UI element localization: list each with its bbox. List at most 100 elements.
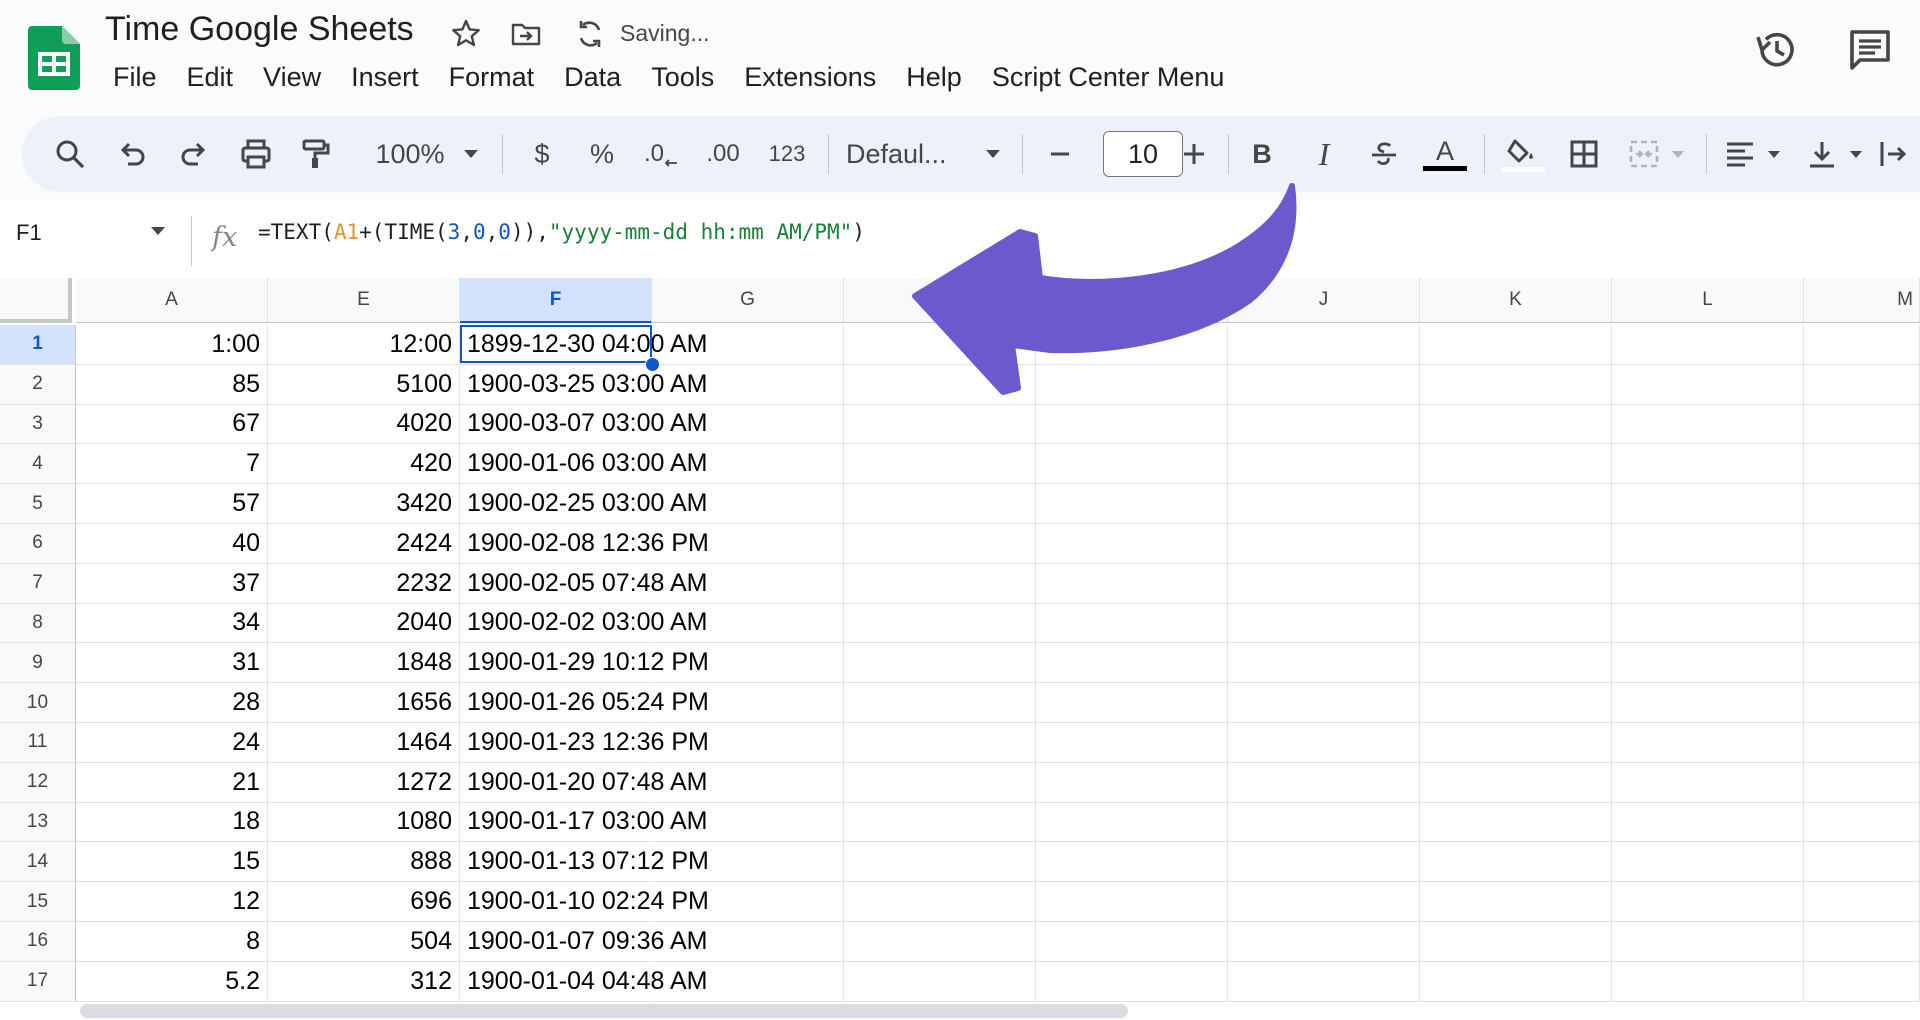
cell-a-7[interactable]: 37: [76, 563, 268, 604]
bold-button[interactable]: B: [1240, 116, 1284, 192]
menu-tools[interactable]: Tools: [636, 62, 729, 93]
cell-f-14[interactable]: 1900-01-13 07:12 PM: [460, 842, 709, 883]
empty-cell[interactable]: [1612, 683, 1804, 723]
comments-icon[interactable]: [1846, 26, 1894, 74]
cell-e-7[interactable]: 2232: [268, 563, 460, 604]
empty-cell[interactable]: [652, 842, 844, 883]
empty-cell[interactable]: [1228, 762, 1420, 803]
cell-a-12[interactable]: 21: [76, 762, 268, 803]
empty-cell[interactable]: [1612, 723, 1804, 763]
empty-cell[interactable]: [844, 325, 1036, 365]
empty-cell[interactable]: [1036, 882, 1228, 922]
empty-cell[interactable]: [1804, 364, 1920, 405]
empty-cell[interactable]: [844, 882, 1036, 922]
empty-cell[interactable]: [652, 404, 844, 445]
empty-cell[interactable]: [1228, 444, 1420, 485]
empty-cell[interactable]: [844, 404, 1036, 445]
empty-cell[interactable]: [1804, 524, 1920, 564]
cell-a-15[interactable]: 12: [76, 882, 268, 922]
column-header-k[interactable]: K: [1420, 278, 1612, 323]
cell-e-10[interactable]: 1656: [268, 683, 460, 723]
cell-a-14[interactable]: 15: [76, 842, 268, 883]
cell-e-17[interactable]: 312: [268, 961, 460, 1002]
menu-script-center[interactable]: Script Center Menu: [977, 62, 1240, 93]
empty-cell[interactable]: [1420, 484, 1612, 524]
decrease-font-size-button[interactable]: [1038, 116, 1082, 192]
cell-a-9[interactable]: 31: [76, 643, 268, 684]
empty-cell[interactable]: [1036, 802, 1228, 843]
empty-cell[interactable]: [1804, 922, 1920, 962]
column-header-e[interactable]: E: [268, 278, 460, 323]
empty-cell[interactable]: [1228, 524, 1420, 564]
paint-format-button[interactable]: [294, 116, 338, 192]
empty-cell[interactable]: [652, 882, 844, 922]
empty-cell[interactable]: [1420, 882, 1612, 922]
empty-cell[interactable]: [1036, 484, 1228, 524]
empty-cell[interactable]: [1228, 364, 1420, 405]
text-wrapping-button[interactable]: [1874, 116, 1914, 192]
increase-font-size-button[interactable]: [1172, 116, 1216, 192]
increase-decimal-button[interactable]: .00: [698, 116, 748, 192]
formula-input[interactable]: =TEXT(A1+(TIME(3,0,0)),"yyyy-mm-dd hh:mm…: [258, 220, 865, 244]
empty-cell[interactable]: [1612, 484, 1804, 524]
cell-a-6[interactable]: 40: [76, 524, 268, 564]
empty-cell[interactable]: [1228, 961, 1420, 1002]
row-header[interactable]: 1: [0, 325, 76, 365]
empty-cell[interactable]: [844, 762, 1036, 803]
cell-f-15[interactable]: 1900-01-10 02:24 PM: [460, 882, 709, 922]
cell-a-16[interactable]: 8: [76, 922, 268, 962]
empty-cell[interactable]: [652, 922, 844, 962]
empty-cell[interactable]: [844, 563, 1036, 604]
empty-cell[interactable]: [652, 723, 844, 763]
menu-format[interactable]: Format: [434, 62, 550, 93]
empty-cell[interactable]: [1612, 444, 1804, 485]
merge-cells-button[interactable]: [1622, 116, 1666, 192]
version-history-icon[interactable]: [1752, 26, 1800, 74]
column-header-g[interactable]: G: [652, 278, 844, 323]
print-button[interactable]: [234, 116, 278, 192]
empty-cell[interactable]: [1612, 922, 1804, 962]
empty-cell[interactable]: [1228, 882, 1420, 922]
empty-cell[interactable]: [1420, 762, 1612, 803]
empty-cell[interactable]: [1228, 723, 1420, 763]
cell-e-3[interactable]: 4020: [268, 404, 460, 445]
empty-cell[interactable]: [844, 802, 1036, 843]
menu-insert[interactable]: Insert: [336, 62, 434, 93]
document-title[interactable]: Time Google Sheets: [105, 10, 414, 49]
empty-cell[interactable]: [1228, 922, 1420, 962]
empty-cell[interactable]: [1420, 563, 1612, 604]
empty-cell[interactable]: [844, 484, 1036, 524]
cell-e-4[interactable]: 420: [268, 444, 460, 485]
cell-f-3[interactable]: 1900-03-07 03:00 AM: [460, 405, 707, 445]
row-header[interactable]: 11: [0, 723, 76, 763]
menu-file[interactable]: File: [98, 62, 172, 93]
name-box[interactable]: F1: [16, 220, 42, 246]
empty-cell[interactable]: [652, 364, 844, 405]
percent-format-button[interactable]: %: [580, 116, 624, 192]
move-folder-icon[interactable]: [508, 16, 544, 52]
cell-a-8[interactable]: 34: [76, 603, 268, 644]
row-header[interactable]: 16: [0, 922, 76, 962]
row-header[interactable]: 7: [0, 563, 76, 604]
empty-cell[interactable]: [1228, 563, 1420, 604]
empty-cell[interactable]: [1420, 524, 1612, 564]
cell-a-17[interactable]: 5.2: [76, 961, 268, 1002]
cell-f-8[interactable]: 1900-02-02 03:00 AM: [460, 604, 707, 644]
empty-cell[interactable]: [844, 961, 1036, 1002]
empty-cell[interactable]: [652, 563, 844, 604]
empty-cell[interactable]: [1420, 723, 1612, 763]
cell-e-13[interactable]: 1080: [268, 802, 460, 843]
empty-cell[interactable]: [652, 802, 844, 843]
cell-e-8[interactable]: 2040: [268, 603, 460, 644]
column-header-i[interactable]: I: [1036, 278, 1228, 323]
cell-e-12[interactable]: 1272: [268, 762, 460, 803]
empty-cell[interactable]: [1228, 484, 1420, 524]
empty-cell[interactable]: [652, 961, 844, 1002]
empty-cell[interactable]: [1804, 802, 1920, 843]
empty-cell[interactable]: [1036, 762, 1228, 803]
row-header[interactable]: 8: [0, 603, 76, 644]
empty-cell[interactable]: [1612, 961, 1804, 1002]
horizontal-align-button[interactable]: [1718, 116, 1762, 192]
empty-cell[interactable]: [844, 723, 1036, 763]
empty-cell[interactable]: [1420, 325, 1612, 365]
